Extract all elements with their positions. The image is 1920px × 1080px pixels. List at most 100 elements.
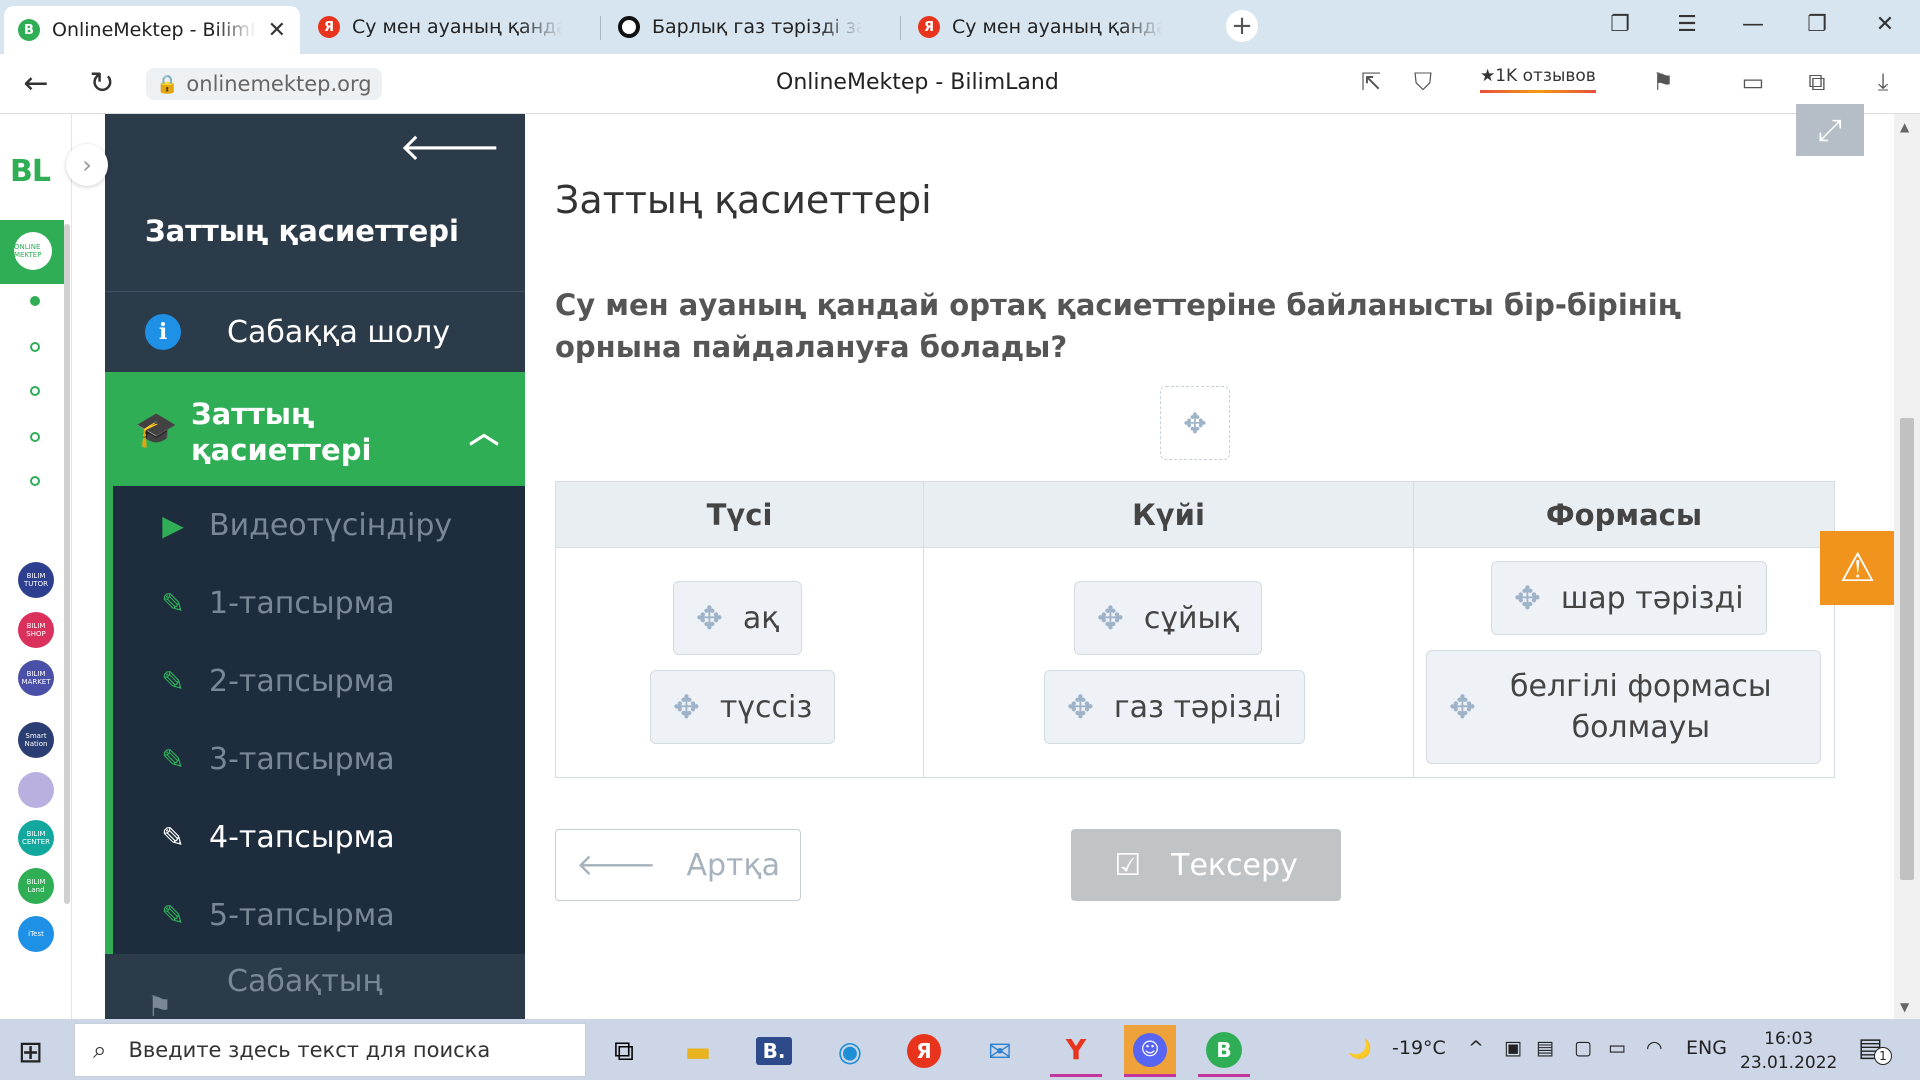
close-tab-icon[interactable]: ✕ bbox=[268, 18, 286, 43]
sidebar-item-overview[interactable]: i Сабаққа шолу bbox=[105, 292, 525, 372]
sidebar-item-video[interactable]: ▶ Видеотүсіндіру bbox=[155, 486, 452, 564]
url-field[interactable]: 🔒 onlinemektep.org bbox=[146, 68, 382, 100]
sidebar-item-summary[interactable]: ⚑ Сабақтың bbox=[105, 954, 525, 1019]
back-icon[interactable]: ← bbox=[18, 66, 54, 101]
drag-chip[interactable]: ✥ ақ bbox=[673, 581, 803, 655]
drag-pool[interactable]: ✥ bbox=[1160, 386, 1230, 460]
back-button[interactable]: 🡐 Артқа bbox=[555, 829, 801, 901]
tray-expand-icon[interactable]: ^ bbox=[1468, 1037, 1484, 1059]
move-icon: ✥ bbox=[1449, 688, 1476, 726]
scroll-down-icon[interactable]: ▼ bbox=[1900, 1000, 1909, 1014]
check-button[interactable]: ☑ Тексеру bbox=[1071, 829, 1341, 901]
tab-onlinemektep[interactable]: B OnlineMektep - BilimLand ✕ bbox=[4, 6, 300, 54]
fullscreen-button[interactable]: ⤢ bbox=[1796, 104, 1864, 156]
sidebar-item-task-5[interactable]: ✎ 5-тапсырма bbox=[155, 876, 395, 954]
column-shape[interactable]: Формасы ✥ шар тәрізді ✥ белгілі формасы … bbox=[1414, 482, 1834, 777]
reload-icon[interactable]: ↻ bbox=[84, 66, 120, 101]
tray-app-icon[interactable]: ▤ bbox=[1536, 1037, 1554, 1059]
rail-dot[interactable] bbox=[30, 296, 40, 306]
search-icon: ⌕ bbox=[93, 1036, 107, 1064]
page-scrollbar[interactable]: ▲ ▼ bbox=[1894, 114, 1920, 1019]
clock-date: 23.01.2022 bbox=[1740, 1053, 1838, 1073]
rail-app-icon[interactable]: BILIM SHOP bbox=[18, 612, 54, 648]
scroll-up-icon[interactable]: ▲ bbox=[1900, 120, 1909, 134]
bilimland-taskbar-icon[interactable]: B bbox=[1198, 1025, 1250, 1077]
rail-dot[interactable] bbox=[30, 386, 40, 396]
meet-icon[interactable]: ▣ bbox=[1504, 1037, 1522, 1059]
download-icon[interactable]: ⤓ bbox=[1866, 68, 1900, 96]
taskbar-search[interactable]: ⌕ Введите здесь текст для поиска bbox=[74, 1023, 586, 1077]
yandex-browser-icon[interactable]: Я bbox=[898, 1025, 950, 1077]
rail-item-onlinemektep[interactable]: ONLINE MEKTEP bbox=[0, 220, 64, 284]
menu-icon[interactable]: ☰ bbox=[1672, 12, 1702, 37]
yandex-icon[interactable]: Y bbox=[1050, 1025, 1102, 1077]
share-icon[interactable]: ⇱ bbox=[1354, 68, 1388, 96]
battery-saver-icon[interactable]: ▭ bbox=[1736, 68, 1770, 96]
sidebar-item-task-2[interactable]: ✎ 2-тапсырма bbox=[155, 642, 394, 720]
tab-yandex-1[interactable]: Я Су мен ауаның қандай ортақ bbox=[304, 6, 600, 48]
chevron-up-icon[interactable]: ︿ bbox=[469, 408, 499, 452]
sidebar-item-label: 5-тапсырма bbox=[209, 897, 395, 933]
column-header: Түсі bbox=[556, 482, 923, 548]
back-arrow-icon[interactable]: 🡐 bbox=[399, 124, 501, 170]
restore-button[interactable]: ❐ bbox=[1802, 12, 1832, 37]
edge-icon[interactable]: ◉ bbox=[824, 1025, 876, 1077]
column-color[interactable]: Түсі ✥ ақ ✥ түссіз bbox=[556, 482, 924, 777]
windows-start-icon[interactable]: ⊞ bbox=[18, 1035, 43, 1070]
language-indicator[interactable]: ENG bbox=[1686, 1037, 1727, 1059]
rail-app-icon[interactable]: iTest bbox=[18, 916, 54, 952]
discord-icon[interactable]: ☺ bbox=[1124, 1025, 1176, 1077]
task-view-icon[interactable]: ⧉ bbox=[598, 1025, 650, 1077]
bl-logo[interactable]: BL bbox=[10, 154, 51, 189]
drag-chip[interactable]: ✥ белгілі формасы болмауы bbox=[1426, 650, 1821, 764]
url-text: onlinemektep.org bbox=[186, 72, 372, 96]
graduation-cap-icon: 🎓 bbox=[135, 410, 178, 450]
clock[interactable]: 16:03 23.01.2022 bbox=[1740, 1027, 1837, 1075]
collections-icon[interactable]: ⧉ bbox=[1800, 68, 1834, 96]
monitor-icon[interactable]: ▢ bbox=[1574, 1037, 1592, 1059]
minimize-button[interactable]: — bbox=[1738, 12, 1768, 37]
rail-dot[interactable] bbox=[30, 432, 40, 442]
rail-dot[interactable] bbox=[30, 342, 40, 352]
bookmark-icon[interactable]: ⚑ bbox=[1646, 68, 1680, 96]
report-warning-button[interactable]: ⚠ bbox=[1820, 531, 1895, 605]
sidebar-item-task-3[interactable]: ✎ 3-тапсырма bbox=[155, 720, 394, 798]
temperature[interactable]: -19°C bbox=[1392, 1037, 1446, 1059]
drag-chip[interactable]: ✥ түссіз bbox=[650, 670, 836, 744]
sidebar-item-task-4[interactable]: ✎ 4-тапсырма bbox=[155, 798, 394, 876]
drag-chip[interactable]: ✥ сұйық bbox=[1074, 581, 1263, 655]
sidebar-item-task-1[interactable]: ✎ 1-тапсырма bbox=[155, 564, 394, 642]
column-state[interactable]: Күйі ✥ сұйық ✥ газ тәрізді bbox=[924, 482, 1414, 777]
scroll-thumb[interactable] bbox=[1900, 418, 1914, 880]
reviews-badge[interactable]: ★1K отзывов bbox=[1480, 66, 1596, 93]
battery-icon[interactable]: ▭ bbox=[1608, 1037, 1626, 1059]
rail-expand-icon[interactable]: › bbox=[66, 144, 108, 186]
rail-app-icon[interactable]: BILIM MARKET bbox=[18, 660, 54, 696]
rail-dot[interactable] bbox=[30, 476, 40, 486]
rail-app-icon[interactable]: BILIM Land bbox=[18, 868, 54, 904]
bookmarks-icon[interactable]: ❐ bbox=[1605, 12, 1635, 37]
protect-icon[interactable]: ⛉ bbox=[1406, 68, 1440, 96]
new-tab-button[interactable]: + bbox=[1226, 10, 1258, 42]
wifi-icon[interactable]: ◠ bbox=[1646, 1037, 1663, 1059]
rail-app-icon[interactable]: Smart Nation bbox=[18, 722, 54, 758]
drag-chip[interactable]: ✥ шар тәрізді bbox=[1491, 561, 1767, 635]
sidebar-section-properties[interactable]: 🎓 Заттың қасиеттері ︿ bbox=[105, 372, 525, 486]
address-bar: ← ↻ 🔒 onlinemektep.org OnlineMektep - Bi… bbox=[0, 54, 1920, 114]
file-explorer-icon[interactable]: ▬ bbox=[672, 1025, 724, 1077]
drag-chip[interactable]: ✥ газ тәрізді bbox=[1044, 670, 1305, 744]
rail-app-icon[interactable]: BILIM CENTER bbox=[18, 820, 54, 856]
rail-app-icon[interactable]: BILIM TUTOR bbox=[18, 562, 54, 598]
chip-text: сұйық bbox=[1143, 600, 1240, 636]
check-square-icon: ☑ bbox=[1114, 847, 1142, 883]
tab-yandex-2[interactable]: Я Су мен ауаның қандай ортақ bbox=[904, 6, 1200, 48]
rail-scrollbar[interactable] bbox=[64, 224, 70, 904]
notification-icon[interactable]: ▤ 1 bbox=[1858, 1033, 1892, 1065]
tab-opera[interactable]: Барлық газ тәрізді затқа о bbox=[604, 6, 900, 48]
sidebar-item-label: Видеотүсіндіру bbox=[209, 507, 453, 543]
rail-app-icon[interactable] bbox=[18, 772, 54, 808]
bilim-app-icon[interactable]: B. bbox=[748, 1025, 800, 1077]
weather-icon[interactable]: 🌙 bbox=[1348, 1037, 1372, 1060]
mail-icon[interactable]: ✉ bbox=[974, 1025, 1026, 1077]
close-window-button[interactable]: ✕ bbox=[1870, 12, 1900, 37]
